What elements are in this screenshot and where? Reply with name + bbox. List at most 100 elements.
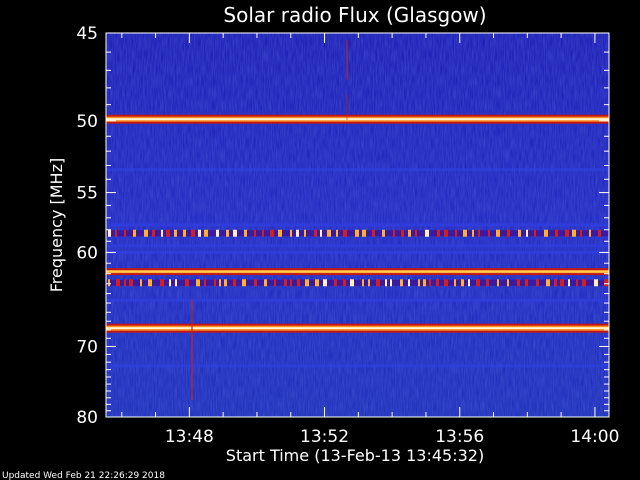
band-segment <box>314 229 317 237</box>
band-segment <box>204 229 208 237</box>
band-segment <box>507 229 510 237</box>
band-segment <box>400 279 403 287</box>
band-segment <box>393 229 395 237</box>
emission-band-2 <box>106 268 609 276</box>
x-tick-label: 13:48 <box>165 427 214 447</box>
band-segment <box>175 279 177 287</box>
y-axis-title: Frequency [MHz] <box>47 158 66 292</box>
band-segment <box>368 279 370 287</box>
band-segment <box>108 229 111 237</box>
band-segment <box>166 229 170 237</box>
band-segment <box>144 229 148 237</box>
band-segment <box>572 229 576 237</box>
band-segment <box>242 279 246 287</box>
band-segment <box>226 229 229 237</box>
band-segment <box>444 229 448 237</box>
band-segment <box>455 229 457 237</box>
band-segment <box>254 279 257 287</box>
band-segment <box>415 229 417 237</box>
band-segment <box>290 279 292 287</box>
band-segment <box>185 279 189 287</box>
band-segment <box>580 229 582 237</box>
band-segment <box>526 229 528 237</box>
band-segment <box>274 279 276 287</box>
band-segment <box>116 279 120 287</box>
band-segment <box>233 229 237 237</box>
band-segment <box>133 229 136 237</box>
band-segment <box>468 279 470 287</box>
band-segment <box>183 229 186 237</box>
band-segment <box>418 279 420 287</box>
band-segment <box>478 229 480 237</box>
band-segment <box>362 229 366 237</box>
y-tick-label: 60 <box>76 243 98 263</box>
band-segment <box>568 279 570 287</box>
band-segment <box>488 229 490 237</box>
band-segment <box>262 229 264 237</box>
band-segment <box>560 279 564 287</box>
band-segment <box>204 279 206 287</box>
x-tick-label: 13:52 <box>300 427 349 447</box>
band-segment <box>518 229 521 237</box>
y-tick-label: 80 <box>76 408 98 428</box>
band-segment <box>408 279 410 287</box>
x-tick-label: 14:00 <box>570 427 619 447</box>
band-segment <box>544 229 548 237</box>
band-segment <box>461 279 464 287</box>
band-segment <box>336 229 338 237</box>
band-segment <box>376 279 380 287</box>
weak-band-2 <box>106 244 609 248</box>
band-segment <box>343 279 346 287</box>
band-segment <box>362 279 364 287</box>
band-segment <box>323 279 327 287</box>
band-segment <box>196 279 200 287</box>
x-tick-label: 13:56 <box>435 427 484 447</box>
y-tick-label: 55 <box>76 184 98 204</box>
band-segment <box>284 279 287 287</box>
band-segment <box>152 229 155 237</box>
band-segment <box>401 229 404 237</box>
band-segment <box>198 229 201 237</box>
band-segment <box>320 229 322 237</box>
band-segment <box>372 229 375 237</box>
band-segment <box>429 279 431 287</box>
emission-band-1 <box>106 229 609 237</box>
band-segment <box>472 229 474 237</box>
updated-timestamp: Updated Wed Feb 21 22:26:29 2018 <box>2 471 165 480</box>
band-segment <box>343 229 347 237</box>
band-segment <box>546 279 550 287</box>
band-segment <box>191 229 195 237</box>
band-segment <box>444 279 448 287</box>
emission-band-0 <box>106 114 609 124</box>
band-segment <box>129 279 133 287</box>
band-segment <box>350 279 354 287</box>
band-segment <box>565 229 569 237</box>
band-segment <box>604 279 608 287</box>
weak-band-3 <box>106 250 609 254</box>
band-segment <box>507 279 509 287</box>
band-segment <box>219 279 221 287</box>
band-segment <box>525 279 528 287</box>
band-segment <box>140 279 142 287</box>
y-tick-label: 70 <box>76 337 98 357</box>
band-segment <box>555 229 558 237</box>
band-segment <box>436 279 439 287</box>
y-tick-label: 45 <box>76 24 98 44</box>
band-segment <box>327 229 331 237</box>
band-segment <box>297 279 300 287</box>
band-segment <box>278 229 282 237</box>
emission-band-4 <box>106 323 609 333</box>
band-segment <box>454 279 456 287</box>
band-segment <box>148 279 152 287</box>
band-segment <box>216 229 219 237</box>
band-segment <box>304 229 306 237</box>
band-peak <box>106 118 609 121</box>
band-segment <box>334 279 337 287</box>
band-segment <box>270 229 274 237</box>
band-segment <box>174 229 177 237</box>
band-segment <box>476 279 480 287</box>
band-segment <box>161 229 163 237</box>
band-segment <box>254 229 256 237</box>
band-segment <box>497 279 499 287</box>
band-segment <box>594 279 598 287</box>
